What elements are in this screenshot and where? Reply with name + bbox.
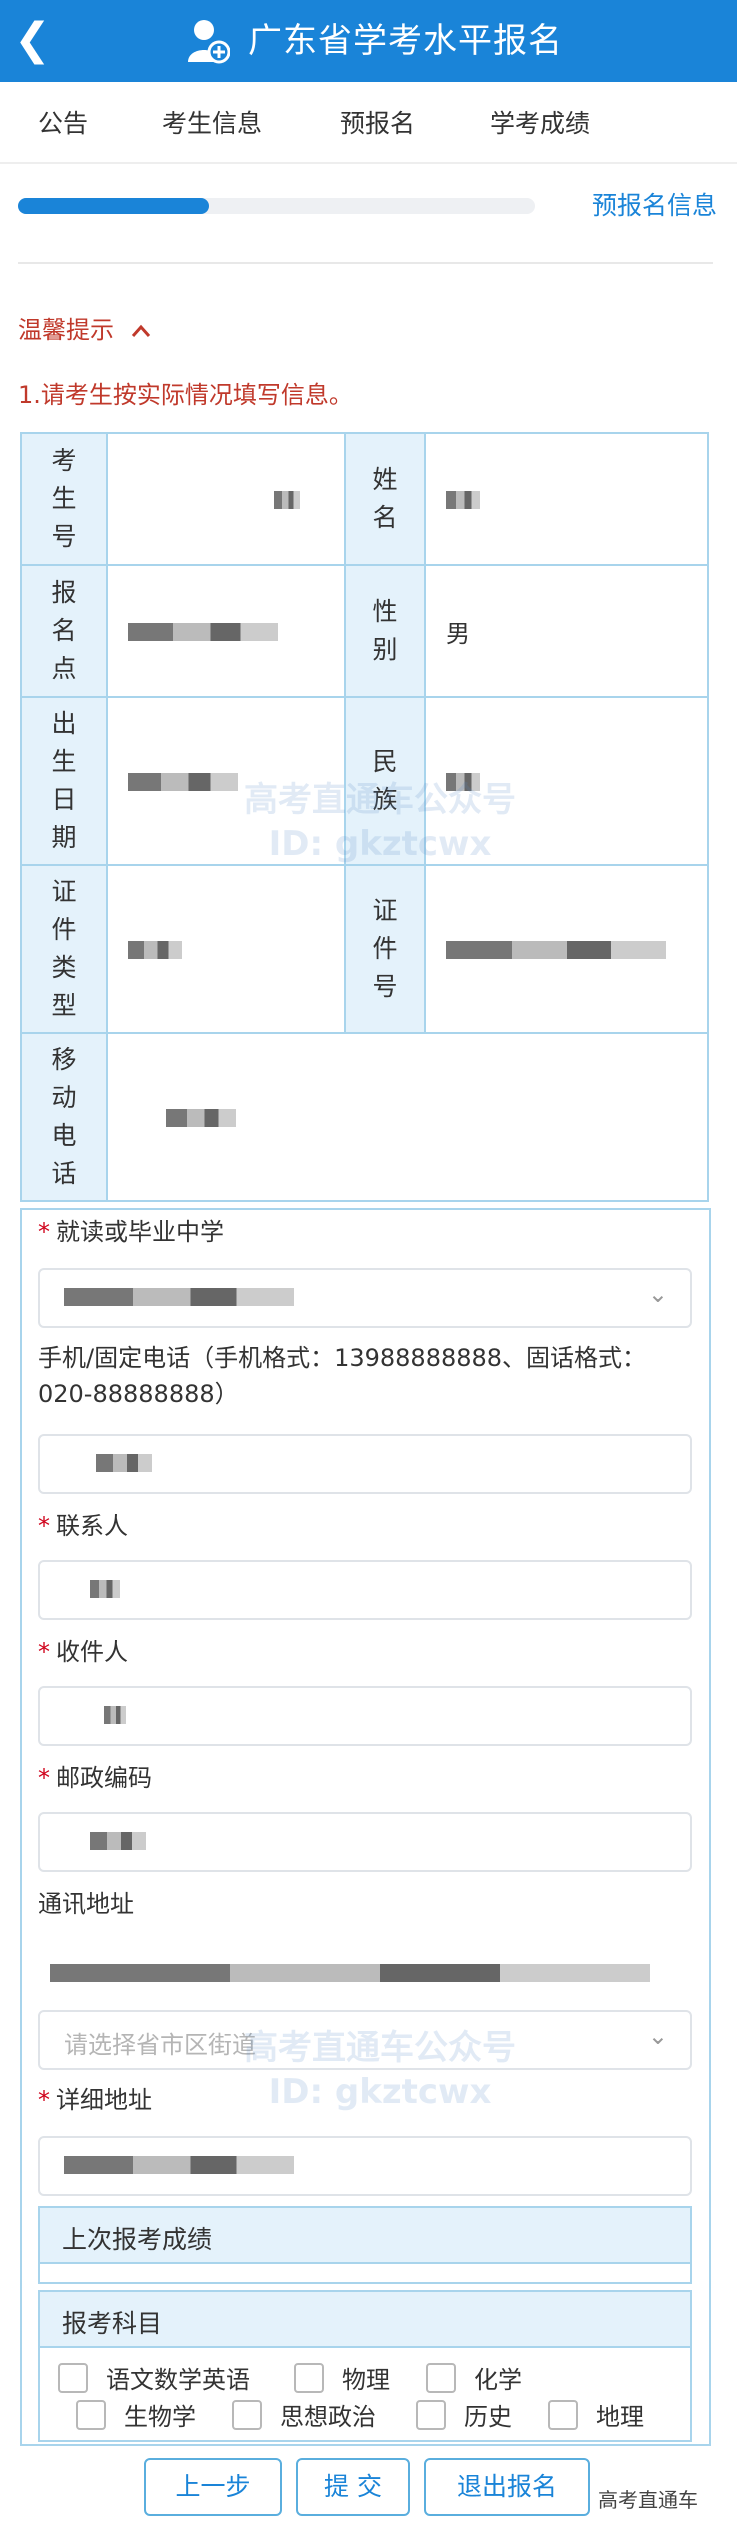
registration-site-value: [106, 564, 346, 698]
school-label: * 就读或毕业中学: [38, 1218, 224, 1246]
mobile-label: 移动电话: [20, 1032, 108, 1202]
progress-bar: [18, 198, 535, 214]
tips-text: 1.请考生按实际情况填写信息。: [18, 381, 353, 409]
school-select[interactable]: ⌄: [38, 1268, 692, 1328]
subjects-header: 报考科目: [40, 2292, 690, 2348]
user-add-icon: [188, 20, 230, 64]
birth-date-label: 出生日期: [20, 696, 108, 866]
subjects-title: 报考科目: [62, 2309, 163, 2338]
postcode-input[interactable]: [38, 1812, 692, 1872]
gender-label: 性别: [344, 564, 426, 698]
id-type-value: [106, 864, 346, 1034]
checkbox-icon: [76, 2399, 106, 2430]
footer-watermark-text: 高考直通车: [598, 2488, 698, 2512]
checkbox-icon: [232, 2399, 262, 2430]
exit-registration-button[interactable]: 退出报名: [424, 2458, 590, 2516]
id-type-label: 证件类型: [20, 864, 108, 1034]
page-title: 广东省学考水平报名: [248, 21, 563, 61]
recipient-label: * 收件人: [38, 1638, 128, 1666]
id-number-label: 证件号: [344, 864, 426, 1034]
name-value: [424, 432, 709, 566]
subject-checkbox[interactable]: 物理: [294, 2360, 390, 2395]
last-scores-header[interactable]: 上次报考成绩: [40, 2208, 690, 2264]
address-input[interactable]: [38, 1944, 692, 2004]
subject-label: 生物学: [124, 2403, 196, 2431]
tips-title: 温馨提示: [18, 316, 114, 344]
checkbox-icon: [416, 2399, 446, 2430]
last-scores-section: 上次报考成绩: [38, 2206, 692, 2284]
progress-label: 预报名信息: [591, 191, 717, 220]
tips-toggle[interactable]: 温馨提示: [18, 310, 152, 345]
last-scores-title: 上次报考成绩: [62, 2225, 213, 2254]
gender-value: 男: [424, 564, 709, 698]
name-label: 姓名: [344, 432, 426, 566]
tab-pre-registration[interactable]: 预报名: [340, 104, 415, 140]
watermark: 高考直通车公众号 ID: gkztcwx: [244, 780, 516, 864]
subject-label: 思想政治: [280, 2403, 376, 2431]
submit-button[interactable]: 提 交: [296, 2458, 410, 2516]
subject-label: 物理: [342, 2366, 390, 2394]
progress-fill: [18, 198, 210, 214]
address-label: 通讯地址: [38, 1890, 134, 1918]
subject-label: 语文数学英语: [106, 2366, 250, 2394]
detail-address-input[interactable]: [38, 2136, 692, 2196]
chevron-down-icon: ⌄: [647, 1280, 668, 1308]
contact-input[interactable]: [38, 1560, 692, 1620]
exam-number-label: 考生号: [20, 432, 108, 566]
mobile-value: [106, 1032, 709, 1202]
chevron-left-icon[interactable]: ❮: [14, 14, 51, 66]
subject-checkbox[interactable]: 历史: [416, 2397, 512, 2432]
chevron-up-icon: [131, 324, 150, 337]
chevron-down-icon: ⌄: [647, 2022, 668, 2050]
tab-bar: 公告 考生信息 预报名 学考成绩: [0, 82, 737, 164]
phone-input[interactable]: [38, 1434, 692, 1494]
divider: [18, 262, 713, 264]
subject-label: 化学: [474, 2366, 522, 2394]
prev-step-button[interactable]: 上一步: [144, 2458, 282, 2516]
subject-checkbox[interactable]: 生物学: [76, 2397, 196, 2432]
postcode-label: * 邮政编码: [38, 1764, 152, 1792]
recipient-input[interactable]: [38, 1686, 692, 1746]
id-number-value: [424, 864, 709, 1034]
tab-scores[interactable]: 学考成绩: [490, 104, 590, 140]
contact-label: * 联系人: [38, 1512, 128, 1540]
subject-checkbox[interactable]: 化学: [426, 2360, 522, 2395]
tab-candidate-info[interactable]: 考生信息: [162, 104, 262, 140]
top-bar: ❮ 广东省学考水平报名: [0, 0, 737, 82]
subject-checkbox[interactable]: 地理: [548, 2397, 644, 2432]
registration-site-label: 报名点: [20, 564, 108, 698]
checkbox-icon: [294, 2362, 324, 2393]
exam-number-value: [106, 432, 346, 566]
subject-checkbox[interactable]: 思想政治: [232, 2397, 376, 2432]
phone-label: 手机/固定电话（手机格式：13988888888、固话格式：020-888888…: [38, 1344, 647, 1408]
watermark: 高考直通车公众号 ID: gkztcwx: [244, 2028, 516, 2112]
detail-address-label: * 详细地址: [38, 2086, 152, 2114]
checkbox-icon: [426, 2362, 456, 2393]
checkbox-icon: [58, 2362, 88, 2393]
tab-announcement[interactable]: 公告: [38, 104, 88, 140]
checkbox-icon: [548, 2399, 578, 2430]
subject-label: 地理: [596, 2403, 644, 2431]
subject-checkbox[interactable]: 语文数学英语: [58, 2360, 250, 2395]
subject-label: 历史: [464, 2403, 512, 2431]
